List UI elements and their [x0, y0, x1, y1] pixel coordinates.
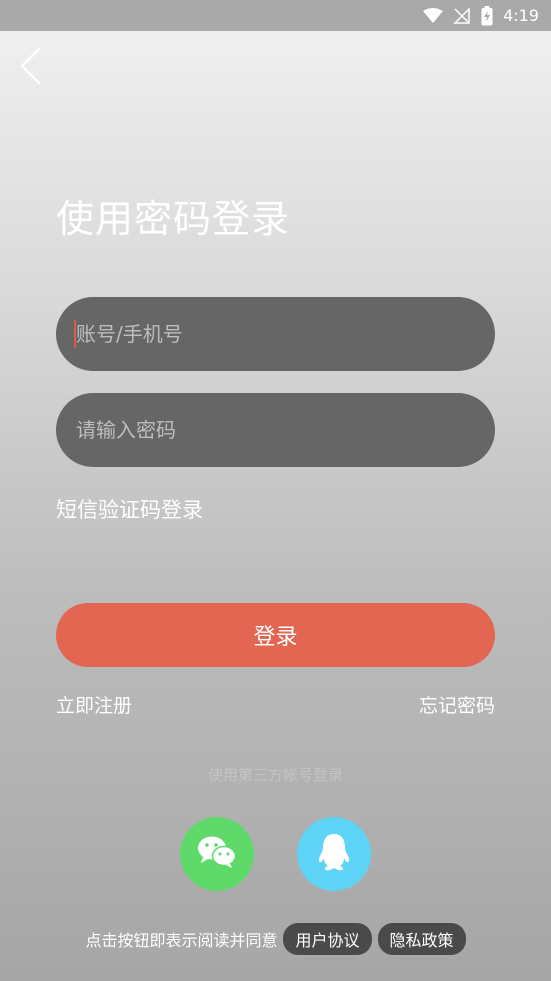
status-time: 4:19 — [503, 6, 539, 25]
account-field-container — [56, 297, 495, 371]
third-party-label: 使用第三方帐号登录 — [207, 766, 343, 784]
page-title: 使用密码登录 — [56, 197, 291, 241]
text-caret — [74, 320, 76, 348]
user-agreement-link[interactable]: 用户协议 — [283, 923, 372, 955]
no-signal-icon — [453, 6, 471, 25]
back-button[interactable] — [14, 47, 46, 89]
login-button[interactable]: 登录 — [56, 603, 495, 667]
password-field-container — [56, 393, 495, 467]
wechat-icon — [197, 835, 237, 873]
privacy-policy-link[interactable]: 隐私政策 — [377, 923, 466, 955]
qq-icon — [317, 832, 351, 876]
password-input[interactable] — [76, 418, 495, 442]
qq-login-button[interactable] — [297, 817, 371, 891]
agreement-text: 点击按钮即表示阅读并同意 — [85, 931, 278, 950]
sms-login-link[interactable]: 短信验证码登录 — [56, 494, 203, 524]
wifi-icon — [423, 7, 444, 24]
wechat-login-button[interactable] — [180, 817, 254, 891]
register-link[interactable]: 立即注册 — [56, 691, 132, 718]
battery-charging-icon — [481, 5, 493, 26]
status-bar: 4:19 — [0, 0, 551, 31]
account-input[interactable] — [76, 322, 495, 346]
forgot-password-link[interactable]: 忘记密码 — [419, 691, 495, 718]
agreement-row: 点击按钮即表示阅读并同意 用户协议 隐私政策 — [0, 923, 551, 955]
chevron-left-icon — [19, 47, 41, 89]
